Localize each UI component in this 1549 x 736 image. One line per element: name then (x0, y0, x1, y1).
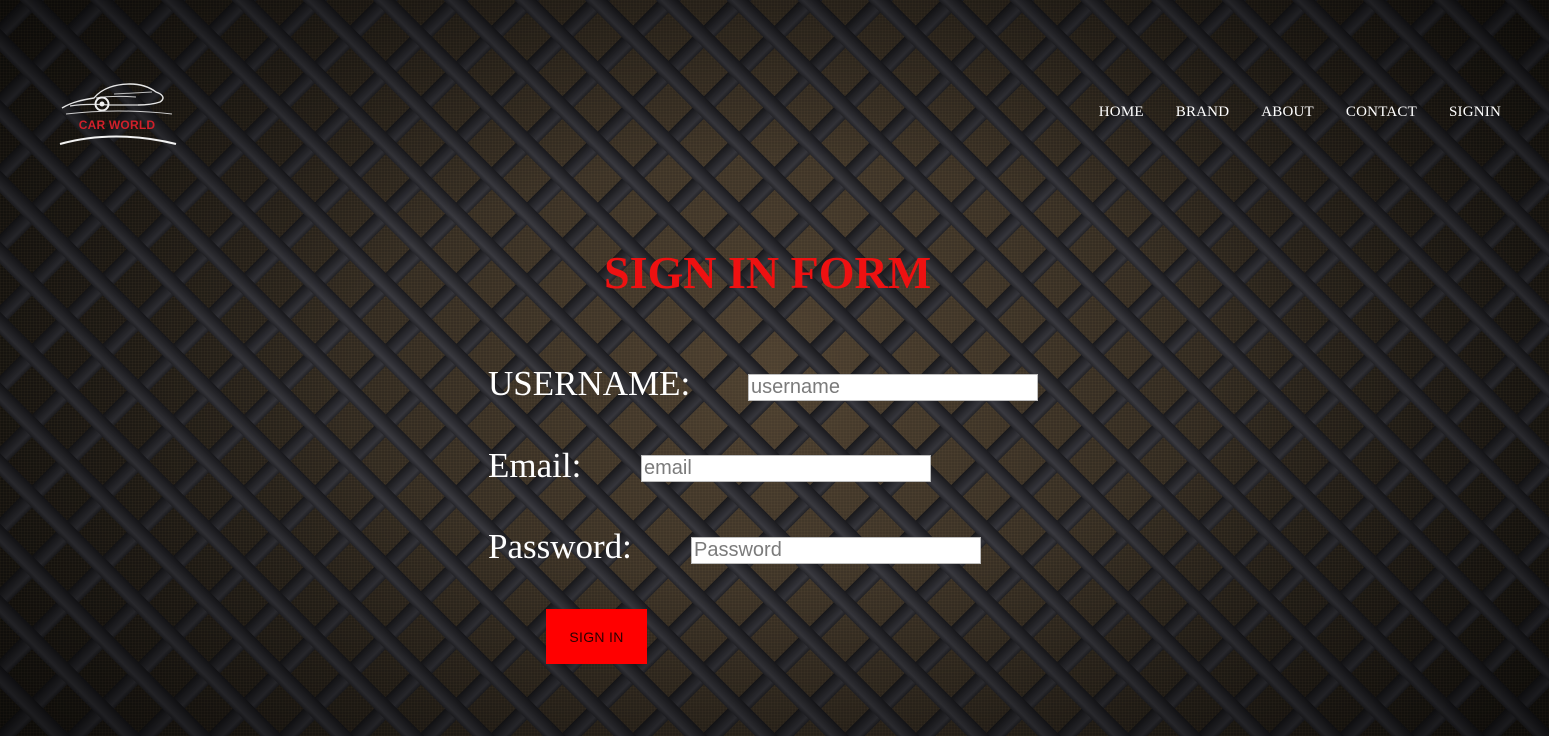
email-label: Email: (488, 446, 582, 485)
nav-about[interactable]: ABOUT (1261, 104, 1314, 121)
username-label: USERNAME: (488, 364, 691, 403)
username-input[interactable] (748, 374, 1038, 401)
sign-in-button[interactable]: SIGN IN (546, 609, 647, 664)
main-nav: HOME BRAND ABOUT CONTACT SIGNIN (1099, 104, 1501, 121)
nav-home[interactable]: HOME (1099, 104, 1144, 121)
nav-contact[interactable]: CONTACT (1346, 104, 1417, 121)
logo-text: CAR WORLD (78, 118, 156, 132)
car-silhouette-icon (59, 83, 177, 145)
password-input[interactable] (691, 537, 981, 564)
password-label: Password: (488, 527, 632, 566)
nav-brand[interactable]: BRAND (1176, 104, 1230, 121)
form-title: SIGN IN FORM (604, 247, 932, 298)
email-input[interactable] (641, 455, 931, 482)
brand-logo[interactable]: CAR WORLD (56, 74, 180, 148)
nav-signin[interactable]: SIGNIN (1449, 104, 1501, 121)
